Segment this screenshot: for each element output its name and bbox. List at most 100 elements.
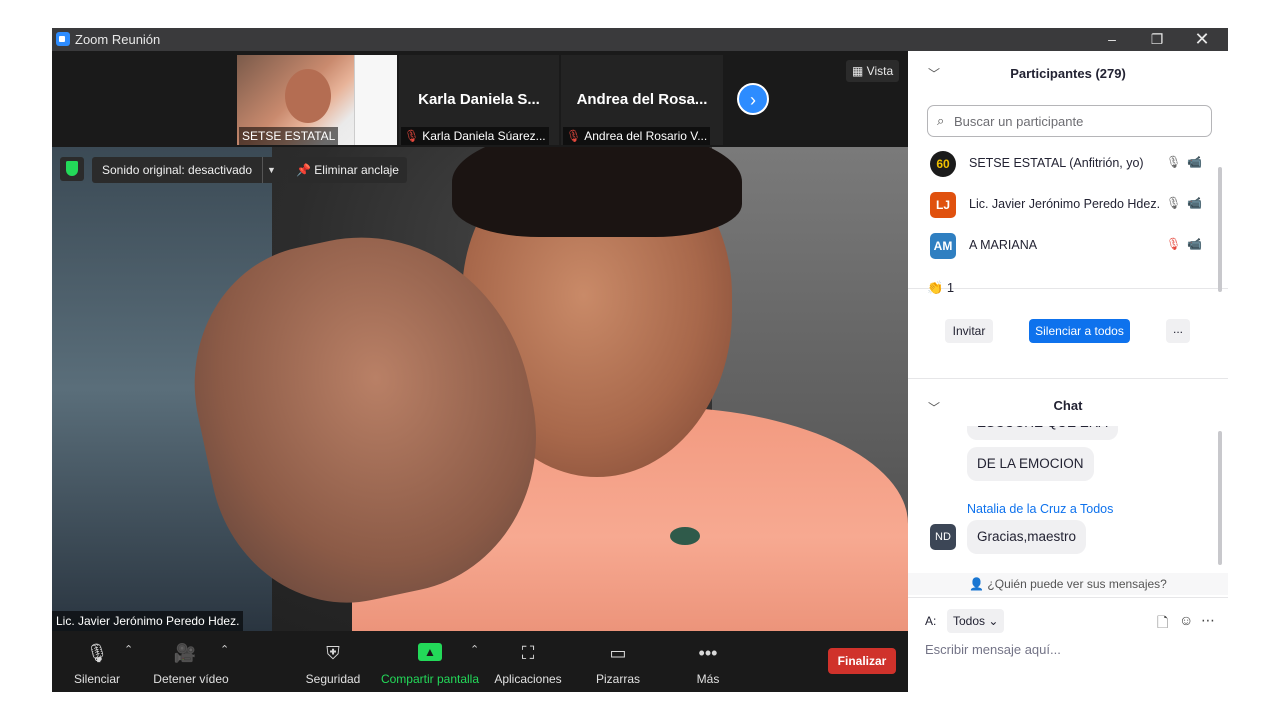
restore-button[interactable]: ❐ [1137, 29, 1177, 50]
avatar: 60 [930, 151, 956, 177]
share-screen-button[interactable]: ▲ ⌃ Compartir pantalla [380, 631, 480, 692]
chat-message: ESCUCHE QUE ERA [967, 426, 1118, 440]
recipient-select[interactable]: Todos ⌄ [947, 609, 1005, 633]
chat-privacy-link[interactable]: 👤 ¿Quién puede ver sus mensajes? [908, 573, 1228, 595]
microphone-icon: 🎙 [85, 643, 109, 663]
participant-row[interactable]: AM A MARIANA 🎙 📹 [908, 225, 1220, 266]
divider [908, 378, 1228, 379]
thumbnail-big-name: Andrea del Rosa... [576, 91, 708, 108]
video-speaker-hair [452, 147, 742, 237]
end-meeting-button[interactable]: Finalizar [828, 648, 896, 674]
search-icon: ⌕ [937, 113, 945, 128]
thumbnail-andrea-del-rosario[interactable]: Andrea del Rosa... 🎙 Andrea del Rosario V… [561, 55, 723, 145]
shirt-logo [670, 527, 700, 545]
invite-button[interactable]: Invitar [945, 319, 993, 343]
video-camera-icon[interactable]: 📹 [1187, 196, 1202, 210]
window-title: Zoom Reunión [75, 32, 161, 47]
participant-row[interactable]: 60 SETSE ESTATAL (Anfitrión, yo) 🎙 📹 [908, 143, 1220, 184]
whiteboards-button[interactable]: ▭ Pizarras [588, 631, 648, 692]
microphone-icon[interactable]: 🎙 [1166, 155, 1181, 169]
chat-sender[interactable]: Natalia de la Cruz a Todos [967, 502, 1113, 516]
video-camera-off-icon[interactable]: 📹 [1187, 237, 1202, 251]
stop-video-button[interactable]: 🎥 ⌃ Detener vídeo [148, 631, 234, 692]
video-camera-icon: 🎥 [173, 643, 197, 663]
participant-search[interactable]: ⌕ [927, 105, 1212, 137]
mic-muted-icon: 🎙 [566, 129, 582, 143]
thumbnail-shared-screen [354, 55, 397, 145]
shield-icon: ⛨ [326, 643, 340, 663]
participant-name: A MARIANA [969, 238, 1038, 252]
pin-icon: 📌 [296, 163, 315, 177]
share-arrow-icon: ▲ [418, 643, 442, 661]
unpin-button[interactable]: 📌 Eliminar anclaje [288, 157, 407, 183]
chevron-up-icon[interactable]: ⌃ [470, 643, 479, 656]
minimize-button[interactable]: – [1092, 29, 1132, 50]
thumbnail-big-name: Karla Daniela S... [418, 91, 540, 108]
original-sound-button[interactable]: Sonido original: desactivado ▼ [92, 157, 280, 183]
title-bar: Zoom Reunión – ❐ ✕ [52, 28, 1228, 51]
thumbnail-name-tag: SETSE ESTATAL [239, 127, 339, 145]
side-panel: ﹀ Participantes (279) ⌕ 60 SETSE ESTATAL… [908, 51, 1228, 692]
apps-button[interactable]: ⛶ Aplicaciones [492, 631, 564, 692]
clap-icon: 👏 [927, 280, 947, 295]
encryption-shield-icon[interactable] [60, 157, 84, 181]
whiteboard-icon: ▭ [609, 643, 627, 663]
view-button[interactable]: ▦ Vista [846, 60, 900, 82]
meeting-toolbar: 🎙 ⌃ Silenciar 🎥 ⌃ Detener vídeo ⛨ Seguri… [52, 631, 908, 692]
avatar: ND [930, 524, 956, 550]
participants-title: Participantes (279) [1010, 66, 1126, 81]
avatar: LJ [930, 192, 956, 218]
more-options-button[interactable]: ... [1166, 319, 1190, 343]
chat-message-input[interactable] [925, 638, 1215, 660]
avatar: AM [930, 233, 956, 259]
reaction-count: 👏 1 [927, 280, 955, 295]
chat-scrollbar[interactable] [1218, 431, 1222, 565]
mic-muted-icon: 🎙 [404, 129, 420, 143]
chat-header: ﹀ Chat [908, 386, 1228, 426]
chat-recipient-row: A: Todos ⌄ 🗋 ☺ ⋯ [925, 609, 1215, 633]
video-camera-icon[interactable]: 📹 [1187, 155, 1202, 169]
chevron-up-icon[interactable]: ⌃ [124, 643, 133, 656]
chat-title: Chat [1053, 398, 1083, 413]
mute-all-button[interactable]: Silenciar a todos [1029, 319, 1130, 343]
file-icon[interactable]: 🗋 [1157, 612, 1168, 636]
more-dots-icon: ••• [698, 643, 718, 663]
close-button[interactable]: ✕ [1182, 29, 1222, 50]
recipient-label: A: [925, 614, 937, 628]
participants-scrollbar[interactable] [1218, 167, 1222, 292]
participant-actions: Invitar Silenciar a todos ... [908, 319, 1228, 347]
chat-message: DE LA EMOCION [967, 447, 1094, 481]
next-page-button[interactable]: › [737, 83, 769, 115]
chevron-down-icon: ⌄ [988, 614, 999, 628]
chevron-up-icon[interactable]: ⌃ [220, 643, 229, 656]
participant-name: SETSE ESTATAL (Anfitrión, yo) [969, 156, 1144, 170]
person-lock-icon: 👤 [969, 577, 988, 591]
search-input[interactable] [954, 112, 1204, 130]
participant-row[interactable]: LJ Lic. Javier Jerónimo Peredo Hdez. 🎙 📹 [908, 184, 1220, 225]
chat-messages: ESCUCHE QUE ERA DE LA EMOCION Natalia de… [908, 426, 1220, 571]
zoom-logo-icon [56, 32, 70, 46]
thumbnail-karla-daniela[interactable]: Karla Daniela S... 🎙 Karla Daniela Súarez… [399, 55, 559, 145]
chevron-down-icon[interactable]: ▼ [262, 157, 280, 183]
microphone-icon[interactable]: 🎙 [1166, 196, 1181, 210]
thumbnail-strip: SETSE ESTATAL Karla Daniela S... 🎙 Karla … [52, 51, 908, 147]
more-button[interactable]: ••• Más [684, 631, 732, 692]
mute-button[interactable]: 🎙 ⌃ Silenciar [62, 631, 133, 692]
security-button[interactable]: ⛨ Seguridad [302, 631, 364, 692]
thumbnail-name-tag: 🎙 Karla Daniela Súarez... [401, 127, 549, 145]
participant-name: Lic. Javier Jerónimo Peredo Hdez. [969, 197, 1161, 211]
chat-message: Gracias,maestro [967, 520, 1087, 554]
video-area: SETSE ESTATAL Karla Daniela S... 🎙 Karla … [52, 51, 908, 692]
apps-icon: ⛶ [521, 643, 535, 663]
divider [908, 597, 1228, 598]
microphone-muted-icon[interactable]: 🎙 [1166, 237, 1181, 251]
emoji-icon[interactable]: ☺ [1179, 612, 1193, 628]
speaker-name-tag: Lic. Javier Jerónimo Peredo Hdez. [52, 611, 244, 631]
more-dots-icon[interactable]: ⋯ [1201, 612, 1215, 629]
grid-icon: ▦ [852, 64, 867, 78]
main-speaker-video: Sonido original: desactivado ▼ 📌 Elimina… [52, 147, 908, 631]
thumbnail-name-tag: 🎙 Andrea del Rosario V... [563, 127, 711, 145]
thumbnail-setse-estatal[interactable]: SETSE ESTATAL [237, 55, 397, 145]
zoom-window: Zoom Reunión – ❐ ✕ SETSE ESTATAL Karla D… [52, 28, 1228, 692]
divider [908, 288, 1228, 289]
